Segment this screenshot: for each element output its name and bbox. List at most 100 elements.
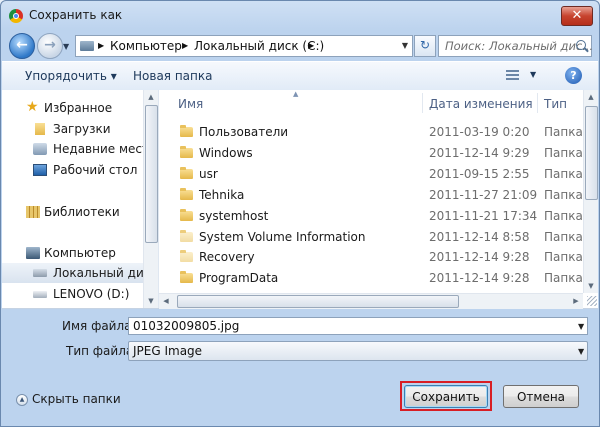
new-folder-button[interactable]: Новая папка	[133, 69, 212, 83]
scrollbar-thumb[interactable]	[145, 105, 158, 243]
refresh-button[interactable]: ↻	[414, 35, 436, 57]
sidebar-item-label: Недавние места	[53, 142, 157, 156]
scroll-down-arrow-icon[interactable]: ▼	[144, 294, 158, 308]
file-date: 2011-12-14 9:29	[429, 146, 530, 160]
folder-icon	[180, 146, 193, 158]
sidebar-item-label: Загрузки	[53, 122, 111, 136]
sidebar-item-libraries[interactable]: Библиотеки	[2, 202, 143, 222]
scroll-left-arrow-icon[interactable]: ◀	[159, 294, 173, 309]
scroll-right-arrow-icon[interactable]: ▶	[569, 294, 583, 309]
search-input[interactable]: Поиск: Локальный дис...	[438, 35, 594, 57]
organize-button[interactable]: Упорядочить ▾	[25, 69, 117, 83]
sidebar-scrollbar[interactable]: ▲ ▼	[143, 90, 158, 308]
address-bar[interactable]: ▶ Компьютер ▶ Локальный диск (C:) ▶ ▼	[75, 35, 413, 57]
column-header-name[interactable]: Имя	[178, 97, 203, 111]
file-date: 2011-03-19 0:20	[429, 125, 530, 139]
column-divider[interactable]	[422, 93, 423, 113]
table-row[interactable]: usr 2011-09-15 2:55 Папка	[159, 164, 583, 184]
table-row[interactable]: ProgramData 2011-12-14 9:28 Папка	[159, 268, 583, 288]
chevron-right-icon[interactable]: ▶	[98, 41, 104, 50]
sidebar-item-desktop[interactable]: Рабочий стол	[2, 160, 143, 180]
table-row[interactable]: Tehnika 2011-11-27 21:09 Папка	[159, 185, 583, 205]
file-list: ▲ Имя Дата изменения Тип Пользователи 20…	[159, 90, 598, 309]
window-title: Сохранить как	[29, 8, 123, 22]
star-icon: ★	[26, 99, 39, 115]
file-fields: Имя файла: ▼ Тип файла: JPEG Image ▼	[2, 309, 598, 369]
file-type: Папка	[544, 209, 583, 223]
chevron-right-icon[interactable]: ▶	[182, 41, 188, 50]
file-date: 2011-11-21 17:34	[429, 209, 538, 223]
search-placeholder: Поиск: Локальный дис...	[445, 39, 594, 53]
column-divider[interactable]	[537, 93, 538, 113]
file-list-horizontal-scrollbar[interactable]: ◀ ▶	[159, 293, 583, 309]
close-button[interactable]: ✕	[561, 6, 593, 26]
chevron-down-icon[interactable]: ▼	[530, 70, 536, 79]
save-as-dialog: Сохранить как ✕ ← → ▼ ▶ Компьютер ▶ Лока…	[0, 0, 600, 427]
column-header-type[interactable]: Тип	[544, 97, 567, 111]
file-name: Recovery	[199, 250, 255, 264]
sidebar-item-recent-places[interactable]: Недавние места	[2, 139, 156, 159]
search-icon	[576, 40, 586, 50]
scroll-up-arrow-icon[interactable]: ▲	[584, 90, 598, 104]
sidebar-item-local-disk[interactable]: Локальный диск	[2, 263, 158, 283]
sidebar-item-favorites[interactable]: ★ Избранное	[2, 98, 143, 118]
folder-icon	[180, 250, 193, 262]
chevron-down-icon[interactable]: ▼	[578, 322, 584, 331]
scroll-down-arrow-icon[interactable]: ▼	[584, 279, 598, 293]
recent-pages-dropdown-icon[interactable]: ▼	[63, 42, 69, 51]
sidebar-item-label: Компьютер	[44, 246, 116, 260]
folder-icon	[180, 271, 193, 283]
folder-icon	[180, 209, 193, 221]
file-list-vertical-scrollbar[interactable]: ▲ ▼	[583, 90, 598, 293]
chevron-down-icon[interactable]: ▼	[402, 41, 408, 50]
sidebar-item-computer[interactable]: Компьютер	[2, 243, 143, 263]
help-button[interactable]: ?	[565, 67, 582, 84]
file-name: Пользователи	[199, 125, 289, 139]
file-name: systemhost	[199, 209, 269, 223]
desktop-icon	[33, 164, 47, 176]
file-name: usr	[199, 167, 218, 181]
table-row[interactable]: systemhost 2011-11-21 17:34 Папка	[159, 206, 583, 226]
scroll-up-arrow-icon[interactable]: ▲	[144, 90, 158, 104]
filetype-select[interactable]: JPEG Image ▼	[128, 341, 588, 361]
breadcrumb-local-disk[interactable]: Локальный диск (C:)	[194, 39, 324, 53]
collapse-arrow-icon[interactable]: ▲	[16, 394, 28, 406]
recent-places-icon	[33, 143, 47, 155]
hide-folders-link[interactable]: Скрыть папки	[32, 392, 121, 406]
table-row[interactable]: Пользователи 2011-03-19 0:20 Папка	[159, 122, 583, 142]
sidebar-item-lenovo-drive[interactable]: LENOVO (D:)	[2, 284, 143, 304]
sort-indicator-icon: ▲	[293, 90, 299, 98]
title-bar: Сохранить как ✕	[1, 1, 599, 31]
file-type: Папка	[544, 146, 583, 160]
scrollbar-thumb[interactable]	[585, 106, 598, 200]
table-row[interactable]: System Volume Information 2011-12-14 8:5…	[159, 227, 583, 247]
chevron-down-icon[interactable]: ▼	[578, 347, 584, 356]
cancel-button[interactable]: Отмена	[503, 385, 579, 408]
save-button[interactable]: Сохранить	[404, 385, 488, 408]
file-date: 2011-09-15 2:55	[429, 167, 530, 181]
chevron-right-icon[interactable]: ▶	[308, 41, 314, 50]
file-date: 2011-12-14 9:28	[429, 250, 530, 264]
forward-button[interactable]: →	[37, 33, 63, 59]
table-row[interactable]: Recovery 2011-12-14 9:28 Папка	[159, 247, 583, 267]
file-name: Tehnika	[199, 188, 245, 202]
table-row[interactable]: Windows 2011-12-14 9:29 Папка	[159, 143, 583, 163]
breadcrumb-computer[interactable]: Компьютер	[110, 39, 182, 53]
navigation-bar: ← → ▼ ▶ Компьютер ▶ Локальный диск (C:) …	[1, 33, 599, 59]
chrome-icon	[9, 9, 23, 23]
filename-input[interactable]	[128, 317, 588, 335]
back-button[interactable]: ←	[9, 33, 35, 59]
dialog-footer: ▲ Скрыть папки Сохранить Отмена	[2, 373, 598, 426]
view-options-icon[interactable]	[506, 70, 519, 81]
computer-icon	[80, 41, 94, 51]
file-date: 2011-11-27 21:09	[429, 188, 538, 202]
sidebar-item-downloads[interactable]: Загрузки	[2, 119, 143, 139]
column-header-date[interactable]: Дата изменения	[429, 97, 533, 111]
folder-icon	[180, 167, 193, 179]
drive-icon	[33, 291, 47, 298]
scrollbar-thumb[interactable]	[177, 295, 459, 308]
sidebar-item-label: LENOVO (D:)	[53, 287, 130, 301]
column-header-row: ▲ Имя Дата изменения Тип	[159, 90, 583, 116]
resize-grip-icon[interactable]	[587, 296, 597, 306]
file-name: Windows	[199, 146, 253, 160]
